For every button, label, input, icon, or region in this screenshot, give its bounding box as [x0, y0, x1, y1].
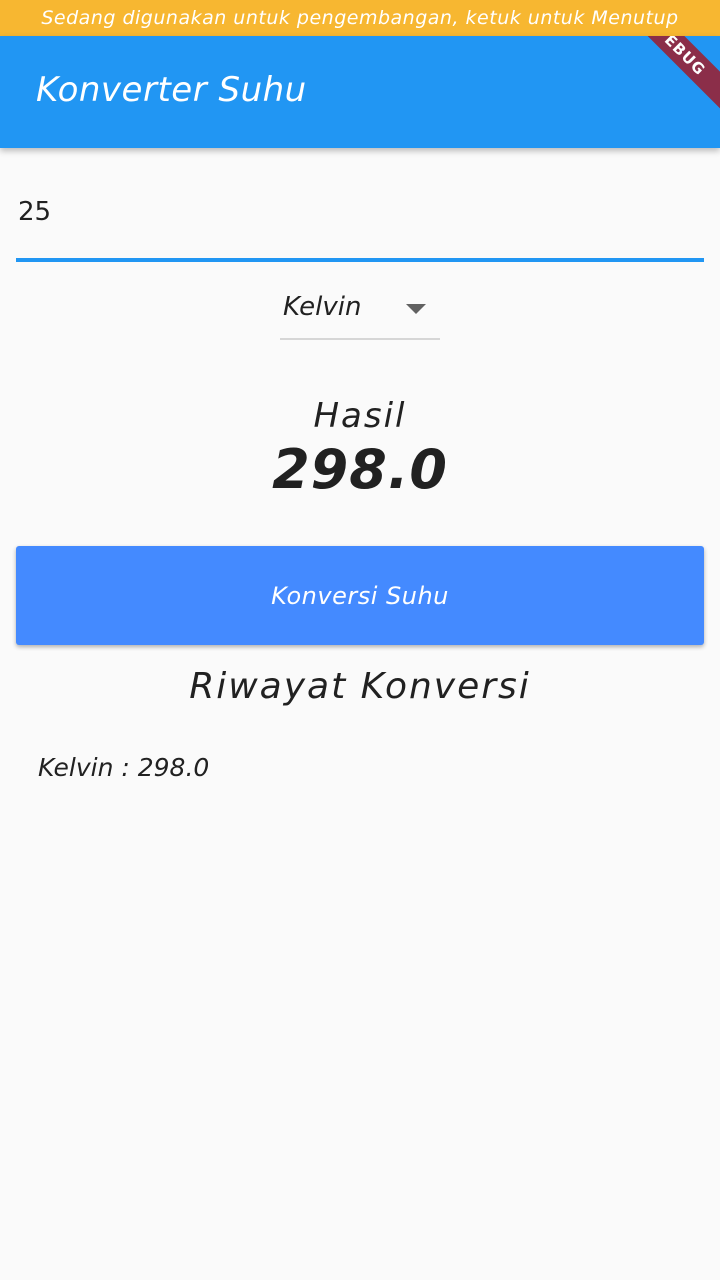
temperature-input[interactable]	[18, 192, 678, 232]
page-title: Konverter Suhu	[36, 70, 307, 110]
development-banner-text: Sedang digunakan untuk pengembangan, ket…	[41, 7, 679, 29]
result-value: 298.0	[272, 438, 448, 501]
history-item: Kelvin : 298.0	[38, 753, 210, 782]
result-label: Hasil	[313, 396, 407, 436]
development-banner[interactable]: Sedang digunakan untuk pengembangan, ket…	[0, 0, 720, 36]
history-list: Kelvin : 298.0	[38, 748, 678, 788]
unit-dropdown-value: Kelvin	[283, 292, 362, 322]
unit-dropdown[interactable]: Kelvin	[280, 286, 440, 340]
debug-ribbon: EBUG	[622, 36, 720, 118]
convert-button[interactable]: Konversi Suhu	[16, 546, 704, 645]
history-title: Riwayat Konversi	[189, 666, 531, 707]
app-bar: Konverter Suhu EBUG	[0, 36, 720, 148]
temperature-input-field[interactable]	[16, 176, 704, 262]
chevron-down-icon	[406, 304, 426, 314]
